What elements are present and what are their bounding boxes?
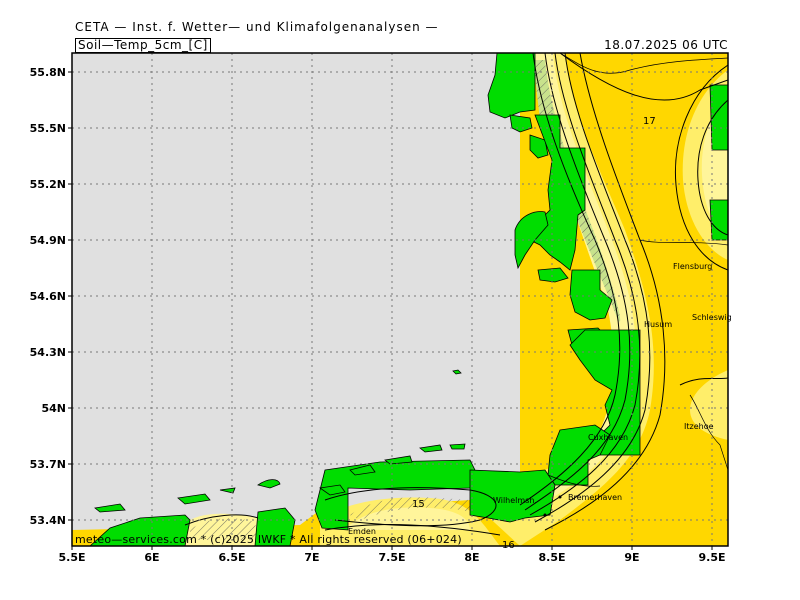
lat-axis-labels: 55.8N 55.5N 55.2N 54.9N 54.6N 54.3N 54N … (30, 66, 66, 527)
place-itzehoe: Itzehoe (684, 422, 714, 431)
lon-label: 6.5E (218, 551, 245, 564)
lon-label: 7.5E (378, 551, 405, 564)
place-cuxhaven: Cuxhaven (588, 433, 628, 442)
island-5 (449, 443, 466, 450)
copyright-credit: meteo—services.com * (c)2025 IWKF * All … (75, 533, 462, 546)
lat-label: 54.3N (30, 346, 66, 359)
lat-label: 55.5N (30, 122, 66, 135)
lat-label: 54.6N (30, 290, 66, 303)
lat-label: 53.7N (30, 458, 66, 471)
lon-label: 9E (624, 551, 639, 564)
lon-label: 9.5E (698, 551, 725, 564)
lon-label: 7E (304, 551, 319, 564)
lon-label: 8.5E (538, 551, 565, 564)
lat-label: 54N (41, 402, 66, 415)
lon-label: 8E (464, 551, 479, 564)
contour-label-15: 15 (412, 499, 425, 510)
lon-label: 5.5E (58, 551, 85, 564)
place-bremerhaven: Bremerhaven (568, 493, 622, 502)
place-flensburg: Flensburg (673, 262, 712, 271)
lat-label: 54.9N (30, 234, 66, 247)
lon-label: 6E (144, 551, 159, 564)
contour-label-16: 16 (502, 540, 515, 551)
contour-label-17: 17 (643, 116, 656, 127)
place-wilhelmshaven: Wilhelmsh. (493, 496, 537, 505)
place-schleswig: Schleswig (692, 313, 732, 322)
lat-label: 55.2N (30, 178, 66, 191)
lat-label: 55.8N (30, 66, 66, 79)
place-husum: Husum (644, 320, 672, 329)
map-canvas: 5.5E 6E 6.5E 7E 7.5E 8E 8.5E 9E 9.5E 55.… (30, 52, 732, 564)
lat-label: 53.4N (30, 514, 66, 527)
lon-axis-labels: 5.5E 6E 6.5E 7E 7.5E 8E 8.5E 9E 9.5E (58, 551, 725, 564)
